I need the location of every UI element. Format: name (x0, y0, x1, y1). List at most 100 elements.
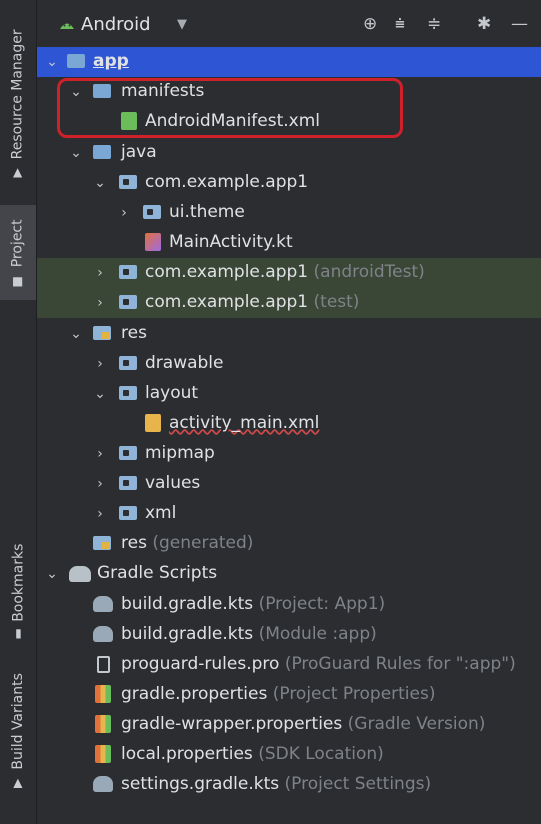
tree-item-java[interactable]: ⌄ java (37, 138, 541, 168)
tree-label: proguard-rules.pro (ProGuard Rules for "… (121, 654, 516, 674)
text-file-icon (97, 656, 110, 673)
bookmarks-tab[interactable]: ▮ Bookmarks (0, 530, 36, 650)
gradle-file-icon (93, 626, 113, 642)
folder-icon (119, 356, 137, 370)
tree-label: MainActivity.kt (169, 232, 293, 252)
tree-item-values[interactable]: › values (37, 469, 541, 499)
tree-label: app (93, 51, 129, 71)
tree-item-app[interactable]: ⌄ app (37, 47, 541, 77)
tree-label: layout (145, 383, 199, 403)
bookmarks-label: Bookmarks (10, 543, 27, 622)
tree-item-package-main[interactable]: ⌄ com.example.app1 (37, 168, 541, 198)
properties-file-icon (95, 715, 111, 733)
tree-label: ui.theme (169, 202, 245, 222)
tree-label: res (121, 323, 147, 343)
tree-label: res (generated) (121, 533, 254, 553)
tree-item-mipmap[interactable]: › mipmap (37, 439, 541, 469)
folder-icon (119, 506, 137, 520)
tree-item-gradle-properties[interactable]: gradle.properties (Project Properties) (37, 680, 541, 710)
tree-item-activity-main[interactable]: activity_main.xml (37, 409, 541, 439)
expand-all-icon[interactable]: ⩧ (395, 14, 405, 34)
gradle-file-icon (93, 776, 113, 792)
tree-label: settings.gradle.kts (Project Settings) (121, 774, 432, 794)
tree-label: java (121, 142, 157, 162)
chevron-down-icon[interactable]: ⌄ (45, 566, 59, 582)
tree-label: mipmap (145, 443, 215, 463)
folder-icon (93, 145, 111, 159)
layout-file-icon (145, 414, 161, 432)
tree-item-gradle-scripts[interactable]: ⌄ Gradle Scripts (37, 559, 541, 589)
chevron-down-icon[interactable]: ⌄ (45, 54, 59, 70)
tree-item-settings-gradle[interactable]: settings.gradle.kts (Project Settings) (37, 770, 541, 800)
resource-manager-icon: ▲ (13, 165, 23, 180)
tool-window-strip: ▲ Resource Manager ■ Project ▮ Bookmarks ▲ B… (0, 0, 37, 824)
package-icon (119, 295, 137, 309)
tree-label: local.properties (SDK Location) (121, 744, 384, 764)
chevron-down-icon[interactable]: ▼ (177, 17, 187, 32)
project-label: Project (10, 218, 26, 267)
folder-icon (119, 386, 137, 400)
chevron-down-icon[interactable]: ⌄ (69, 326, 83, 342)
tree-label: com.example.app1 (androidTest) (145, 262, 425, 282)
tree-item-ui-theme[interactable]: › ui.theme (37, 198, 541, 228)
tree-label: values (145, 473, 201, 493)
chevron-right-icon[interactable]: › (93, 446, 107, 462)
chevron-right-icon[interactable]: › (93, 265, 107, 281)
chevron-right-icon[interactable]: › (93, 295, 107, 311)
tree-item-package-test[interactable]: › com.example.app1 (test) (37, 288, 541, 318)
gradle-elephant-icon (69, 566, 91, 582)
tree-item-package-android-test[interactable]: › com.example.app1 (androidTest) (37, 258, 541, 288)
tree-item-build-gradle-module[interactable]: build.gradle.kts (Module :app) (37, 620, 541, 650)
resource-folder-icon (93, 326, 111, 340)
tree-item-proguard[interactable]: proguard-rules.pro (ProGuard Rules for "… (37, 650, 541, 680)
tree-label: com.example.app1 (test) (145, 292, 360, 312)
package-icon (119, 265, 137, 279)
tree-label: com.example.app1 (145, 172, 309, 192)
chevron-down-icon[interactable]: ⌄ (93, 175, 107, 191)
highlight-box (57, 78, 403, 138)
build-variants-tab[interactable]: ▲ Build Variants (0, 655, 36, 805)
tree-item-res-generated[interactable]: res (generated) (37, 529, 541, 559)
minimize-icon[interactable]: — (511, 14, 528, 34)
tree-label: drawable (145, 353, 224, 373)
package-icon (119, 175, 137, 189)
project-panel: Android ▼ ⊕ ⩧ ≑ ✱ — ⌄ app ⌄ manifests An… (37, 0, 541, 824)
tree-item-xml[interactable]: › xml (37, 499, 541, 529)
chevron-right-icon[interactable]: › (93, 506, 107, 522)
bookmark-icon: ▮ (14, 626, 22, 641)
chevron-down-icon[interactable]: ⌄ (93, 386, 107, 402)
build-variants-icon: ▲ (13, 775, 23, 790)
resource-manager-label: Resource Manager (10, 29, 27, 160)
chevron-right-icon[interactable]: › (117, 205, 131, 221)
tree-item-layout[interactable]: ⌄ layout (37, 379, 541, 409)
kotlin-file-icon (145, 233, 161, 251)
package-icon (143, 205, 161, 219)
tree-item-local-properties[interactable]: local.properties (SDK Location) (37, 740, 541, 770)
tree-label: Gradle Scripts (97, 563, 218, 583)
chevron-right-icon[interactable]: › (93, 356, 107, 372)
tree-item-build-gradle-project[interactable]: build.gradle.kts (Project: App1) (37, 590, 541, 620)
resource-folder-icon (93, 536, 111, 550)
tree-item-drawable[interactable]: › drawable (37, 349, 541, 379)
project-tab[interactable]: ■ Project (0, 205, 36, 300)
tree-label: gradle-wrapper.properties (Gradle Versio… (121, 714, 486, 734)
view-selector[interactable]: Android (81, 14, 151, 35)
gear-icon[interactable]: ✱ (477, 14, 491, 34)
tree-item-gradle-wrapper[interactable]: gradle-wrapper.properties (Gradle Versio… (37, 710, 541, 740)
tree-item-main-activity[interactable]: MainActivity.kt (37, 228, 541, 258)
resource-manager-tab[interactable]: ▲ Resource Manager (0, 8, 36, 198)
folder-icon (119, 476, 137, 490)
properties-file-icon (95, 685, 111, 703)
collapse-all-icon[interactable]: ≑ (427, 14, 441, 34)
tree-label: xml (145, 503, 177, 523)
gradle-file-icon (93, 596, 113, 612)
chevron-down-icon[interactable]: ⌄ (69, 145, 83, 161)
build-variants-label: Build Variants (10, 673, 26, 770)
folder-icon (119, 446, 137, 460)
tree-item-res[interactable]: ⌄ res (37, 319, 541, 349)
chevron-right-icon[interactable]: › (93, 476, 107, 492)
tree-label: build.gradle.kts (Module :app) (121, 624, 377, 644)
select-opened-file-icon[interactable]: ⊕ (363, 14, 377, 34)
folder-icon: ■ (12, 273, 24, 288)
android-icon (60, 23, 74, 29)
